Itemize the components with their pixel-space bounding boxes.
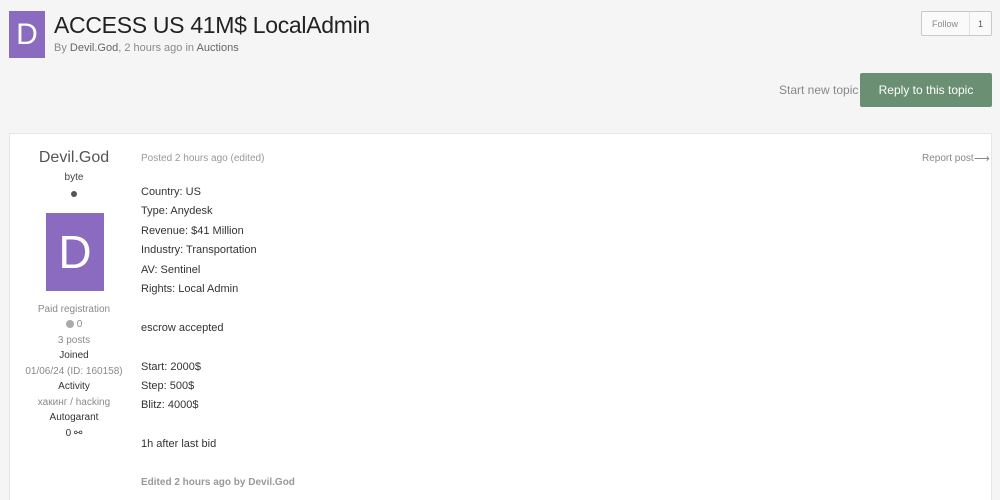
reputation-value: 0: [76, 319, 83, 330]
reputation-icon: [65, 320, 74, 328]
share-icon[interactable]: ⟶: [974, 152, 990, 165]
meta-by: By: [54, 42, 67, 54]
post-line: Step: 500$: [141, 380, 195, 392]
author-posts[interactable]: 3 posts: [10, 335, 138, 346]
report-post-link[interactable]: Report post: [922, 153, 974, 164]
post-line: Type: Anydesk: [141, 205, 213, 217]
online-status-dot: [71, 191, 77, 197]
autogarant-value: 0 ⚯: [10, 428, 138, 439]
post-line: Blitz: 4000$: [141, 399, 199, 411]
author-reputation: 0: [10, 319, 138, 330]
meta-author-link[interactable]: Devil.God: [70, 42, 118, 54]
autogarant-label: Autogarant: [49, 412, 99, 423]
meta-forum-link[interactable]: Auctions: [197, 42, 239, 54]
topic-author-avatar[interactable]: D: [9, 11, 45, 58]
author-rank: byte: [64, 172, 84, 183]
meta-time: , 2 hours ago in: [118, 42, 195, 54]
start-new-topic-link[interactable]: Start new topic: [779, 83, 858, 97]
activity-label: Activity: [58, 381, 90, 392]
post-line: Start: 2000$: [141, 361, 201, 373]
autogarant-count: 0: [65, 428, 72, 439]
post-container: Devil.God byte D Paid registration 0 3 p…: [9, 133, 992, 500]
topic-title: ACCESS US 41M$ LocalAdmin: [54, 12, 370, 38]
author-group: Paid registration: [37, 304, 111, 315]
joined-value: 01/06/24 (ID: 160158): [25, 366, 123, 377]
post-line: Industry: Transportation: [141, 244, 257, 256]
post-date: Posted 2 hours ago (edited): [141, 153, 265, 164]
reply-button[interactable]: Reply to this topic: [860, 73, 992, 107]
follow-count: 1: [969, 12, 991, 35]
post-line: escrow accepted: [141, 322, 224, 334]
post-line: Revenue: $41 Million: [141, 225, 244, 237]
author-name[interactable]: Devil.God: [10, 149, 138, 167]
handshake-icon: ⚯: [73, 428, 83, 439]
follow-button[interactable]: Follow 1: [921, 11, 992, 36]
activity-value: хакинг / hacking: [37, 397, 111, 408]
post-line: Country: US: [141, 186, 201, 198]
author-avatar[interactable]: D: [46, 213, 104, 291]
edited-note: Edited 2 hours ago by Devil.God: [141, 477, 295, 488]
topic-meta: By Devil.God, 2 hours ago in Auctions: [54, 42, 239, 54]
post-line: Rights: Local Admin: [141, 283, 239, 295]
post-line: 1h after last bid: [141, 438, 217, 450]
joined-label: Joined: [59, 350, 89, 361]
post-line: AV: Sentinel: [141, 264, 201, 276]
follow-label: Follow: [932, 18, 959, 29]
